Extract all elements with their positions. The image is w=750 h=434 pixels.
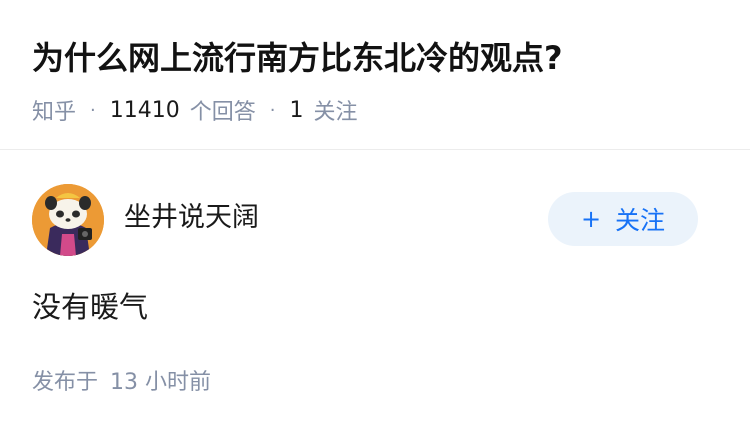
separator-dot: · bbox=[269, 99, 276, 121]
follow-count: 1 bbox=[289, 97, 304, 123]
posted-label: 发布于 bbox=[32, 370, 99, 395]
post-time: 发布于 13 小时前 bbox=[32, 366, 211, 400]
follow-button-label: 关注 bbox=[615, 206, 666, 235]
avatar[interactable] bbox=[32, 184, 104, 256]
question-header: 为什么网上流行南方比东北冷的观点? 知乎 · 11410 个回答 · 1 关注 bbox=[0, 0, 750, 150]
author-row: 坐井说天阔 + 关注 bbox=[32, 182, 718, 256]
posted-time: 13 小时前 bbox=[110, 370, 212, 395]
question-meta: 知乎 · 11410 个回答 · 1 关注 bbox=[32, 94, 358, 126]
answer-count-label[interactable]: 个回答 bbox=[190, 94, 256, 126]
avatar-illustration bbox=[32, 184, 104, 256]
plus-icon: + bbox=[580, 205, 602, 233]
source-label[interactable]: 知乎 bbox=[32, 94, 76, 126]
answer-count: 11410 bbox=[109, 97, 180, 123]
follow-button[interactable]: + 关注 bbox=[548, 192, 698, 246]
author-name[interactable]: 坐井说天阔 bbox=[124, 200, 259, 236]
answer-content[interactable]: 没有暖气 bbox=[32, 286, 148, 328]
question-title[interactable]: 为什么网上流行南方比东北冷的观点? bbox=[32, 34, 563, 82]
separator-dot: · bbox=[90, 99, 96, 121]
follow-count-label[interactable]: 关注 bbox=[314, 94, 358, 126]
